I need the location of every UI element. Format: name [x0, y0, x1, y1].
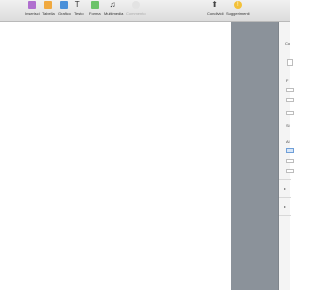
comment-label: Commento [126, 11, 146, 16]
text-button[interactable]: T Testo [74, 0, 84, 17]
insert-button[interactable]: Inserisci [25, 1, 40, 16]
media-icon: ♫ [109, 0, 116, 9]
inspector-divider [279, 179, 291, 180]
disclosure-triangle-icon[interactable]: ▸ [284, 186, 286, 191]
inspector-font-label: F [286, 78, 289, 83]
shape-button[interactable]: Forma [89, 1, 101, 16]
text-icon: T [74, 0, 80, 9]
table-label: Tabella [42, 11, 55, 16]
comment-button[interactable]: Commento [126, 1, 146, 16]
disclosure-triangle-icon[interactable]: ▸ [284, 204, 286, 209]
table-icon [44, 1, 53, 9]
insert-icon [28, 1, 37, 9]
chart-button[interactable]: Grafico [58, 1, 71, 16]
inspector-align-selected[interactable] [286, 148, 294, 153]
shape-icon [90, 1, 99, 9]
shape-label: Forma [89, 11, 101, 16]
suggestions-button[interactable]: ! Suggerimenti [226, 1, 250, 16]
inspector-spacing-label: Si [286, 123, 290, 128]
chart-icon [60, 1, 69, 9]
inspector-heading: Co [285, 41, 291, 46]
inspector-field-1[interactable] [286, 159, 294, 163]
share-label: Condividi [207, 11, 224, 16]
inspector-field-2[interactable] [286, 169, 294, 173]
inspector-option-field[interactable] [286, 111, 294, 115]
toolbar: Inserisci Tabella Grafico T Testo Forma … [0, 0, 290, 22]
chart-label: Grafico [58, 11, 71, 16]
comment-icon [131, 1, 140, 9]
suggestions-icon: ! [233, 1, 242, 9]
suggestions-label: Suggerimenti [226, 11, 250, 16]
inspector-size-field[interactable] [286, 98, 294, 102]
inspector-font-field[interactable] [286, 88, 294, 92]
share-button[interactable]: ⬆ Condividi [207, 0, 224, 17]
media-button[interactable]: ♫ Multimedia [104, 0, 124, 17]
share-icon: ⬆ [211, 0, 218, 9]
format-inspector: Co F Si Al ▸ ▸ [278, 22, 294, 290]
insert-label: Inserisci [25, 11, 40, 16]
canvas-gutter [231, 22, 278, 290]
inspector-divider [279, 197, 291, 198]
inspector-divider [279, 215, 291, 216]
table-button[interactable]: Tabella [42, 1, 55, 16]
inspector-align-label: Al [286, 139, 290, 144]
inspector-style-swatch[interactable] [287, 59, 293, 66]
document-canvas[interactable] [0, 22, 231, 290]
text-label: Testo [74, 11, 84, 16]
media-label: Multimedia [104, 11, 124, 16]
